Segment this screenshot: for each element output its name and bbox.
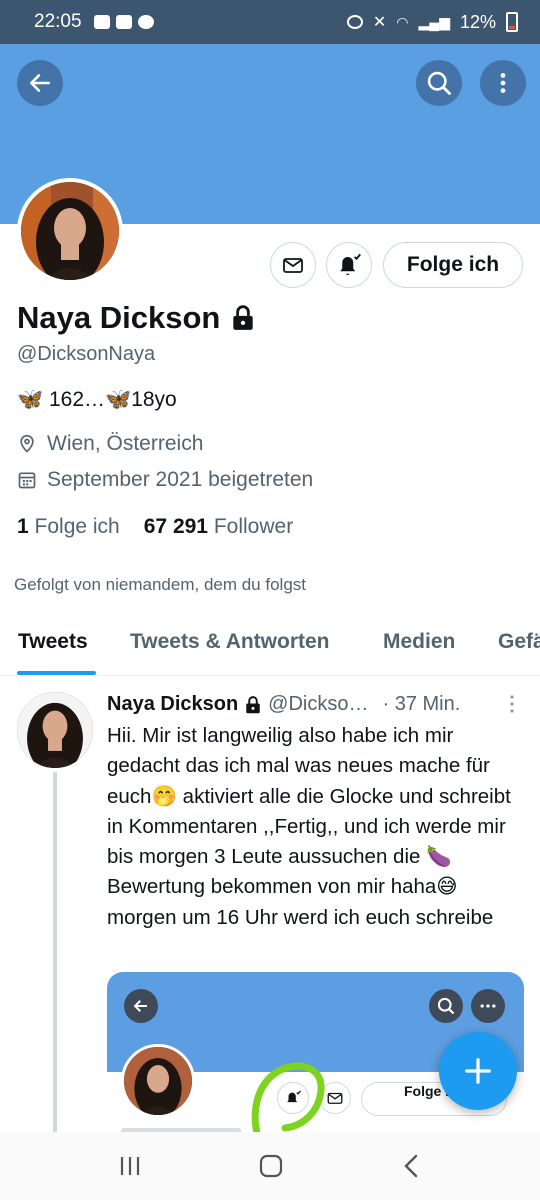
media-search-icon — [429, 989, 463, 1023]
avatar-photo — [21, 182, 119, 280]
following-label: Folge ich — [34, 515, 120, 538]
status-bar: 22:05 ✕ ◠ ▂▄▆ 12% — [0, 0, 540, 44]
tweet-author-name[interactable]: Naya Dickson — [107, 693, 238, 716]
search-button[interactable] — [416, 60, 462, 106]
android-nav-bar — [0, 1132, 540, 1200]
wifi-icon: ◠ — [396, 13, 409, 30]
name-row: Naya Dickson — [17, 300, 256, 336]
tab-media[interactable]: Medien — [383, 630, 455, 654]
status-time: 22:05 — [34, 11, 82, 32]
tweet-header: Naya Dickson @Dickso… · 37 Min. — [107, 693, 507, 716]
recent-apps-icon[interactable] — [118, 1155, 142, 1177]
home-icon[interactable] — [258, 1153, 284, 1179]
tweet-avatar-photo — [17, 692, 93, 768]
battery-percent: 12% — [459, 11, 496, 32]
message-button[interactable] — [270, 242, 316, 288]
media-back-icon — [124, 989, 158, 1023]
location-pin-icon — [20, 434, 34, 453]
joined-row: September 2021 beigetreten — [17, 468, 313, 492]
battery-icon — [506, 12, 518, 32]
followed-by-text: Gefolgt von niemandem, dem du folgst — [14, 575, 306, 594]
mute-icon: ✕ — [372, 14, 387, 31]
signal-icon: ▂▄▆ — [418, 13, 450, 30]
location-text: Wien, Österreich — [47, 432, 204, 455]
calendar-icon — [18, 472, 36, 489]
tweet-avatar[interactable] — [17, 692, 93, 768]
mail-icon — [283, 258, 303, 273]
tweet-author-handle: @Dickso… — [268, 693, 369, 715]
tab-likes[interactable]: Gefä — [498, 630, 540, 654]
media-more-icon — [471, 989, 505, 1023]
tab-tweets[interactable]: Tweets — [18, 630, 88, 654]
following-count: 1 — [17, 515, 29, 538]
bell-check-icon — [340, 253, 361, 276]
tweet-more-icon[interactable] — [508, 694, 516, 714]
profile-tabs: Tweets Tweets & Antworten Medien Gefä — [0, 612, 540, 676]
display-name: Naya Dickson — [17, 300, 221, 335]
alarm-icon — [346, 15, 363, 29]
plus-icon — [465, 1058, 491, 1084]
compose-tweet-button[interactable] — [439, 1032, 517, 1110]
tweet-time: · 37 Min. — [382, 693, 461, 715]
username: @DicksonNaya — [17, 343, 156, 365]
search-icon — [427, 71, 451, 95]
notifications-button[interactable] — [326, 242, 372, 288]
tab-tweets-and-replies[interactable]: Tweets & Antworten — [130, 630, 330, 654]
notification-icons — [93, 15, 154, 29]
lock-icon — [246, 695, 260, 713]
location-row: Wien, Österreich — [17, 432, 203, 456]
bio: 🦋 162…🦋18yo — [17, 388, 177, 412]
followers-count-link[interactable]: 67 291 Follower — [144, 515, 293, 539]
media-avatar — [121, 1044, 195, 1118]
green-highlight-circle — [251, 1062, 325, 1142]
tweet-text: Hii. Mir ist langweilig also habe ich mi… — [107, 724, 511, 929]
follow-counts: 1 Folge ich 67 291 Follower — [17, 515, 293, 539]
back-button[interactable] — [17, 60, 63, 106]
following-count-link[interactable]: 1 Folge ich — [17, 515, 120, 539]
bio-text: 🦋 162…🦋18yo — [17, 388, 177, 411]
following-button[interactable]: Folge ich — [383, 242, 523, 288]
followers-label: Follower — [213, 515, 294, 538]
joined-text: September 2021 beigetreten — [47, 468, 314, 491]
more-vertical-icon — [500, 73, 506, 93]
back-nav-icon[interactable] — [400, 1153, 422, 1179]
followers-count: 67 291 — [143, 515, 208, 538]
more-options-button[interactable] — [480, 60, 526, 106]
thread-line — [53, 772, 57, 1132]
profile-avatar[interactable] — [17, 178, 123, 284]
active-tab-indicator — [17, 671, 96, 675]
lock-icon — [233, 305, 254, 330]
arrow-left-icon — [30, 74, 50, 92]
